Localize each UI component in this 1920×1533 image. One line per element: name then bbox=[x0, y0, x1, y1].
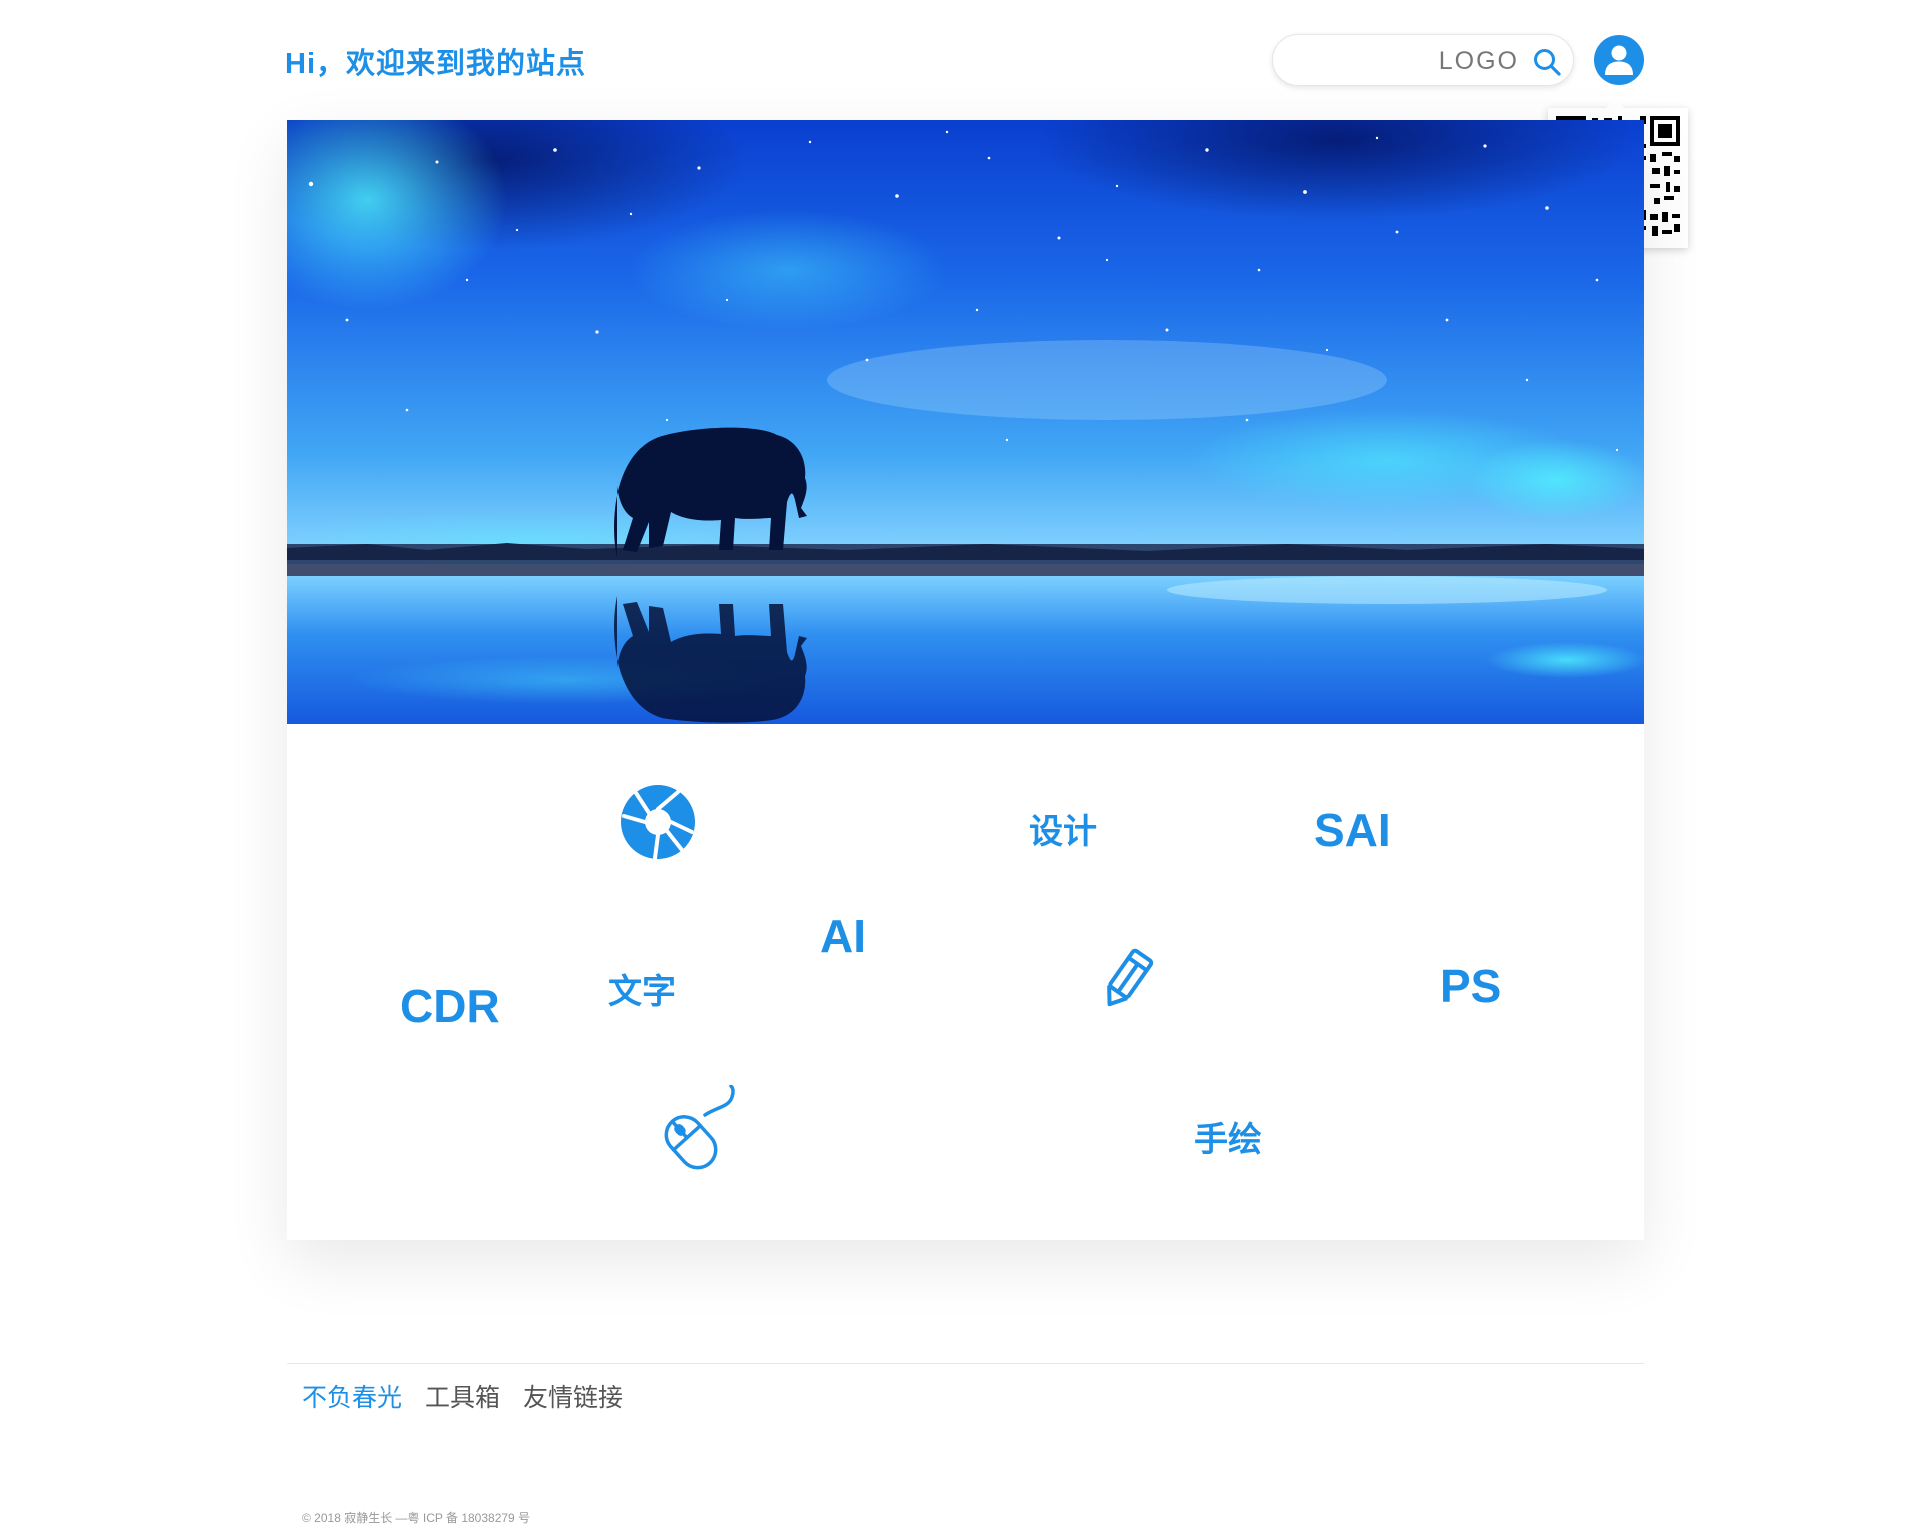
page-title: Hi，欢迎来到我的站点 bbox=[285, 48, 587, 80]
search-icon[interactable] bbox=[1532, 47, 1562, 77]
main-card: 设计 SAI AI 文字 CDR PS 手绘 bbox=[287, 120, 1644, 1240]
tag-text[interactable]: 文字 bbox=[608, 964, 676, 1013]
user-icon bbox=[1605, 45, 1633, 75]
tag-ps[interactable]: PS bbox=[1440, 959, 1501, 1013]
search-box[interactable] bbox=[1272, 34, 1574, 87]
tag-hand-drawing[interactable]: 手绘 bbox=[1194, 1112, 1262, 1161]
copyright-text: © 2018 寂静生长 —粤 ICP 备 18038279 号 bbox=[302, 1511, 531, 1525]
footer-link-spring[interactable]: 不负春光 bbox=[302, 1384, 402, 1412]
footer-link-friends[interactable]: 友情链接 bbox=[523, 1384, 623, 1412]
search-input[interactable] bbox=[1297, 35, 1521, 87]
mouse-icon[interactable] bbox=[649, 1085, 739, 1171]
tag-cdr[interactable]: CDR bbox=[400, 979, 500, 1033]
aperture-icon[interactable] bbox=[620, 784, 696, 860]
pencil-icon[interactable] bbox=[1094, 948, 1160, 1014]
tag-ai[interactable]: AI bbox=[820, 909, 866, 963]
footer-link-toolbox[interactable]: 工具箱 bbox=[425, 1384, 500, 1412]
avatar[interactable] bbox=[1594, 35, 1644, 85]
footer-divider bbox=[287, 1363, 1644, 1364]
hero-banner-image bbox=[287, 120, 1644, 724]
tag-sai[interactable]: SAI bbox=[1314, 803, 1391, 857]
tag-design[interactable]: 设计 bbox=[1029, 804, 1097, 853]
footer-nav: 不负春光 工具箱 友情链接 bbox=[302, 1378, 639, 1414]
